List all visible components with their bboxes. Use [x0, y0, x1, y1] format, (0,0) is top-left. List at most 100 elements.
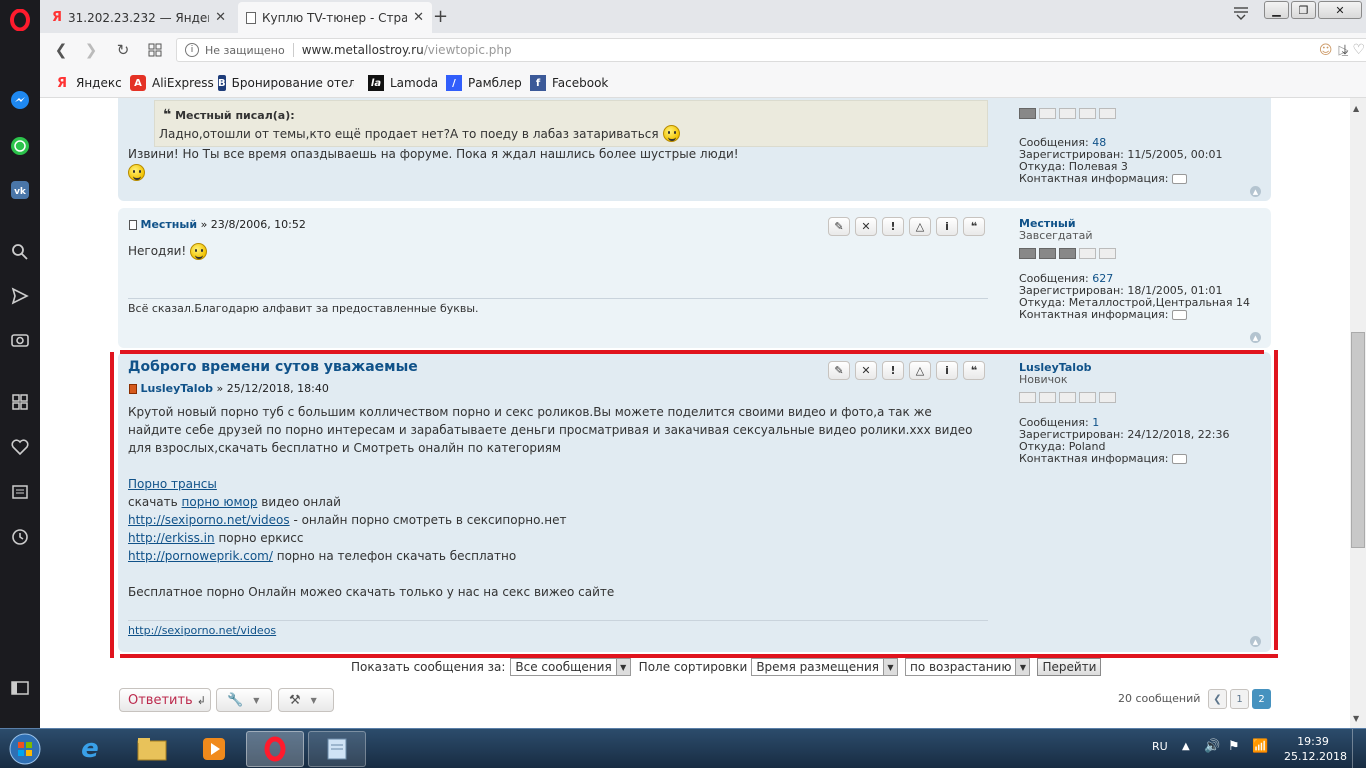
quote-icon[interactable]: ❝	[963, 361, 985, 380]
tools-button[interactable]: 🔧 ▼	[216, 688, 272, 712]
post-author-link[interactable]: LusleyTalob	[141, 382, 214, 395]
back-to-top-icon[interactable]: ▲	[1250, 636, 1261, 647]
back-icon[interactable]: ❮	[52, 41, 70, 59]
mod-tools-button[interactable]: ⚒ ▼	[278, 688, 334, 712]
back-to-top-icon[interactable]: ▲	[1250, 186, 1261, 197]
highlight-top	[120, 350, 1264, 354]
warn-icon[interactable]: △	[909, 217, 931, 236]
signature: Всё сказал.Благодарю алфавит за предоста…	[128, 302, 479, 315]
bookmark-aliexpress[interactable]: A AliExpress	[130, 75, 214, 91]
heart-icon[interactable]	[8, 435, 32, 459]
post-buttons: ✎ ✕ ! △ i ❝	[828, 217, 985, 236]
svg-text:vk: vk	[14, 187, 27, 197]
address-field[interactable]: i Не защищено www.metallostroy.ru /viewt…	[176, 38, 1366, 62]
history-icon[interactable]	[8, 525, 32, 549]
maximize-button[interactable]: ❐	[1291, 1, 1316, 19]
reply-button[interactable]: Ответить ↲	[119, 688, 211, 712]
vk-icon[interactable]: vk	[8, 178, 32, 202]
download-icon[interactable]: ⤓	[1336, 41, 1354, 59]
new-tab-button[interactable]: +	[433, 6, 448, 27]
close-icon[interactable]: ✕	[215, 10, 226, 25]
minimize-button[interactable]: ▁	[1264, 1, 1289, 19]
opera-logo-icon[interactable]	[9, 9, 31, 31]
contact-icon[interactable]	[1172, 174, 1188, 184]
network-icon[interactable]: 📶	[1252, 739, 1268, 754]
sort-select[interactable]: Время размещения ▼	[751, 658, 898, 676]
link-porno-trans[interactable]: Порно трансы	[128, 477, 217, 491]
sort-label: Поле сортировки	[638, 660, 748, 674]
close-icon[interactable]: ✕	[413, 10, 424, 25]
tab-menu-icon[interactable]	[1233, 6, 1249, 23]
search-icon[interactable]	[8, 240, 32, 264]
post-title[interactable]: Доброго времени сутов уважаемые	[128, 359, 418, 375]
post-author-link[interactable]: Местный	[141, 218, 198, 231]
delete-icon[interactable]: ✕	[855, 217, 877, 236]
messenger-icon[interactable]	[8, 88, 32, 112]
profile-box: Местный Завсегдатай Сообщения: 627 Зарег…	[1019, 217, 1250, 321]
camera-icon[interactable]	[8, 328, 32, 352]
info-icon[interactable]: i	[936, 361, 958, 380]
bookmark-lamoda[interactable]: la Lamoda	[368, 75, 438, 91]
link-sexiporno[interactable]: http://sexiporno.net/videos	[128, 513, 290, 527]
media-player-icon[interactable]	[190, 731, 238, 767]
volume-icon[interactable]: 🔊	[1204, 739, 1220, 754]
ie-icon[interactable]: e	[66, 731, 114, 767]
reload-icon[interactable]: ↻	[114, 41, 132, 59]
link-porno-humor[interactable]: порно юмор	[182, 495, 258, 509]
report-icon[interactable]: !	[882, 217, 904, 236]
close-window-button[interactable]: ✕	[1318, 1, 1362, 19]
warn-icon[interactable]: △	[909, 361, 931, 380]
tray-expand-icon[interactable]: ▲	[1182, 741, 1190, 752]
forward-icon[interactable]: ❯	[82, 41, 100, 59]
flag-icon[interactable]: ⚑	[1228, 739, 1240, 754]
info-icon[interactable]: i	[185, 43, 199, 57]
go-button[interactable]: Перейти	[1037, 658, 1102, 676]
signature-link[interactable]: http://sexiporno.net/videos	[128, 624, 276, 637]
page-1-button[interactable]: 1	[1230, 689, 1249, 709]
report-icon[interactable]: !	[882, 361, 904, 380]
show-select[interactable]: Все сообщения ▼	[510, 658, 631, 676]
bookmark-yandex[interactable]: Я Яндекс	[54, 75, 122, 91]
info-icon[interactable]: i	[936, 217, 958, 236]
smile-icon	[128, 164, 145, 181]
notepad-icon[interactable]	[308, 731, 366, 767]
post-date: » 25/12/2018, 18:40	[216, 382, 329, 395]
contact-icon[interactable]	[1172, 454, 1188, 464]
sidebar-toggle-icon[interactable]	[8, 676, 32, 700]
bookmark-booking[interactable]: B Бронирование отелє	[218, 75, 354, 91]
tab-active[interactable]: Куплю TV-тюнер - Стран ✕	[238, 2, 432, 33]
scroll-thumb[interactable]	[1351, 332, 1365, 548]
edit-icon[interactable]: ✎	[828, 361, 850, 380]
edit-icon[interactable]: ✎	[828, 217, 850, 236]
link-pornoweprik[interactable]: http://pornoweprik.com/	[128, 549, 273, 563]
prev-page-button[interactable]: ❮	[1208, 689, 1227, 709]
order-select[interactable]: по возрастанию ▼	[904, 658, 1031, 676]
contact-icon[interactable]	[1172, 310, 1188, 320]
scroll-down-icon[interactable]: ▼	[1353, 714, 1359, 723]
news-icon[interactable]	[8, 480, 32, 504]
vertical-scrollbar[interactable]: ▲ ▼	[1350, 98, 1366, 728]
profile-rank: Новичок	[1019, 373, 1068, 386]
quote-icon[interactable]: ❝	[963, 217, 985, 236]
language-indicator[interactable]: RU	[1152, 740, 1168, 753]
clock[interactable]: 19:39 25.12.2018	[1284, 734, 1347, 764]
tab-yandex[interactable]: Я 31.202.23.232 — Яндекс: н ✕	[44, 2, 234, 33]
bookmark-rambler[interactable]: / Рамблер	[446, 75, 522, 91]
link-erkiss[interactable]: http://erkiss.in	[128, 531, 215, 545]
back-to-top-icon[interactable]: ▲	[1250, 332, 1261, 343]
explorer-icon[interactable]	[128, 731, 176, 767]
tabs-grid-icon[interactable]	[146, 41, 164, 59]
scroll-up-icon[interactable]: ▲	[1353, 104, 1359, 113]
tab-title: Куплю TV-тюнер - Стран	[262, 10, 408, 25]
opera-taskbar-icon[interactable]	[246, 731, 304, 767]
delete-icon[interactable]: ✕	[855, 361, 877, 380]
speed-dial-icon[interactable]	[8, 390, 32, 414]
start-button[interactable]	[4, 731, 46, 767]
bookmark-facebook[interactable]: f Facebook	[530, 75, 608, 91]
page-2-button[interactable]: 2	[1252, 689, 1271, 709]
whatsapp-icon[interactable]	[8, 134, 32, 158]
show-desktop-button[interactable]	[1352, 729, 1366, 768]
bookmark-heart-icon[interactable]: ♡	[1352, 42, 1365, 58]
send-icon[interactable]	[8, 284, 32, 308]
vpn-icon[interactable]: ☺	[1319, 43, 1333, 58]
